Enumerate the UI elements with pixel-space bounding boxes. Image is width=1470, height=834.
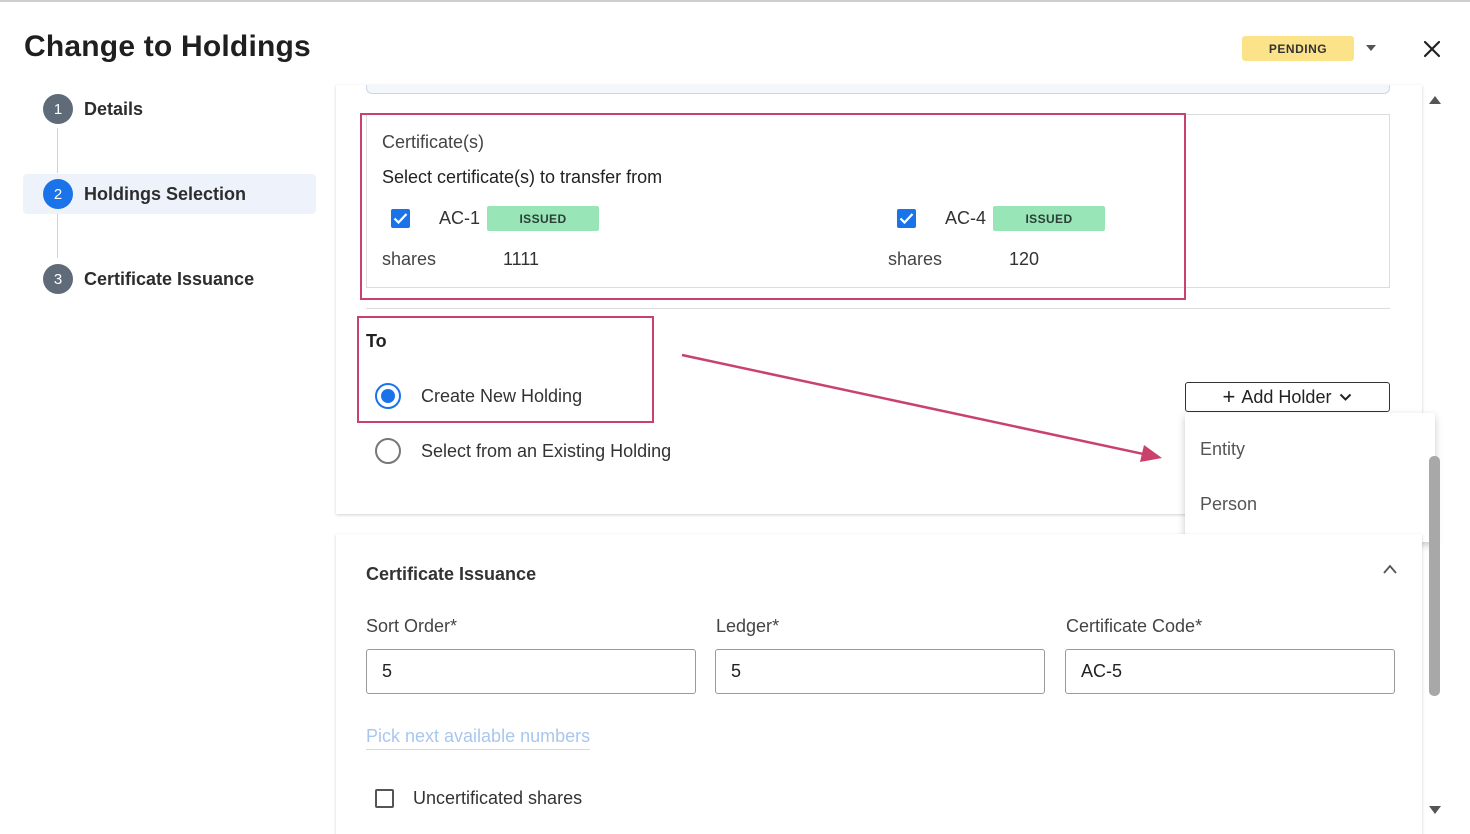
scroll-down-icon[interactable] [1429, 806, 1441, 814]
dialog-title: Change to Holdings [24, 30, 311, 63]
add-holder-menu: Entity Person [1185, 413, 1435, 542]
scrollbar-thumb[interactable] [1429, 456, 1440, 696]
section-divider [366, 308, 1390, 309]
pick-next-numbers-link[interactable]: Pick next available numbers [366, 726, 591, 750]
step-label: Certificate Issuance [84, 268, 255, 289]
annotation-highlight-certificates [360, 113, 1186, 300]
certificate-code-label: Certificate Code* [1066, 616, 1203, 636]
previous-section-edge [366, 85, 1390, 94]
step-holdings-selection[interactable]: 2 Holdings Selection [23, 174, 316, 214]
close-icon[interactable] [1421, 38, 1443, 60]
scroll-up-icon[interactable] [1429, 96, 1441, 104]
menu-item-person[interactable]: Person [1200, 494, 1257, 515]
status-dropdown-icon[interactable] [1366, 45, 1376, 51]
step-connector [57, 128, 58, 173]
sort-order-label: Sort Order* [366, 616, 458, 636]
certificate-code-input[interactable]: AC-5 [1065, 649, 1395, 694]
add-holder-button[interactable]: + Add Holder [1185, 382, 1390, 412]
status-badge[interactable]: PENDING [1242, 36, 1354, 61]
step-connector [57, 214, 58, 258]
radio-label[interactable]: Select from an Existing Holding [421, 441, 671, 462]
step-label: Holdings Selection [84, 183, 247, 204]
plus-icon: + [1222, 384, 1236, 409]
step-number: 1 [43, 94, 73, 124]
step-details[interactable]: 1 Details [23, 89, 316, 129]
step-label: Details [84, 98, 144, 119]
section-title: Certificate Issuance [366, 564, 537, 584]
ledger-input[interactable]: 5 [715, 649, 1045, 694]
top-border [0, 0, 1470, 2]
chevron-up-icon[interactable] [1382, 563, 1398, 575]
uncertificated-label[interactable]: Uncertificated shares [413, 788, 582, 809]
radio-select-existing-holding[interactable] [375, 438, 401, 464]
ledger-label: Ledger* [716, 616, 780, 636]
chevron-down-icon [1340, 393, 1352, 401]
step-number: 2 [43, 179, 73, 209]
sort-order-input[interactable]: 5 [366, 649, 696, 694]
menu-item-entity[interactable]: Entity [1200, 439, 1245, 460]
uncertificated-checkbox[interactable] [375, 789, 394, 808]
step-certificate-issuance[interactable]: 3 Certificate Issuance [23, 259, 316, 299]
add-holder-label: Add Holder [1241, 386, 1332, 407]
annotation-highlight-to [357, 316, 654, 423]
step-number: 3 [43, 264, 73, 294]
